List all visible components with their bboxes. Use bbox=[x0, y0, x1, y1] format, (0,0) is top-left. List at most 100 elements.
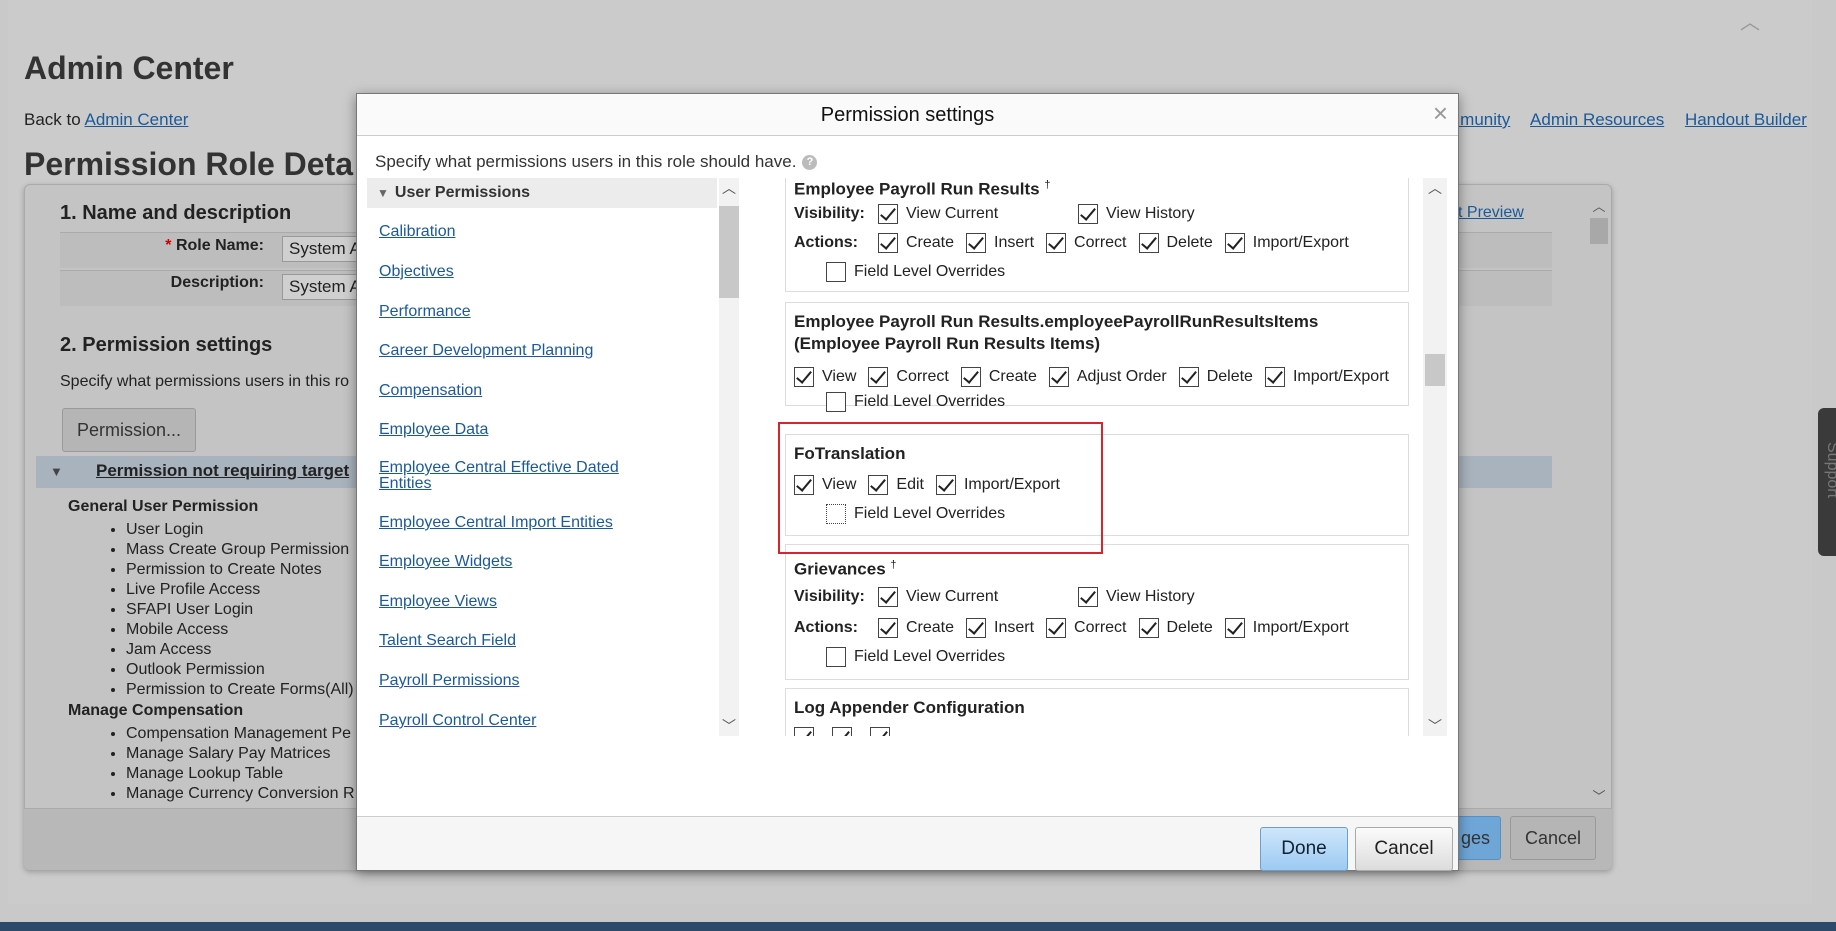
list-item: Permission to Create Notes bbox=[126, 560, 354, 580]
permission-list-scrollbar[interactable]: ︿ ﹀ bbox=[1423, 178, 1447, 736]
general-user-permission-heading: General User Permission bbox=[68, 498, 259, 515]
list-item: Compensation Management Pe bbox=[126, 724, 355, 744]
collapse-up-icon[interactable]: ︿ bbox=[1740, 6, 1760, 35]
create-checkbox[interactable] bbox=[960, 367, 981, 387]
delete-checkbox[interactable] bbox=[1138, 233, 1159, 253]
permission-category-nav: ▼ User Permissions Calibration Objectives… bbox=[367, 178, 725, 736]
support-tab[interactable]: Support bbox=[1818, 408, 1836, 556]
correct-checkbox[interactable] bbox=[1046, 618, 1067, 638]
view-current-checkbox[interactable] bbox=[878, 204, 898, 224]
delete-checkbox[interactable] bbox=[1138, 618, 1159, 638]
view-current-checkbox[interactable] bbox=[878, 587, 898, 607]
field-level-overrides-row: Field Level Overrides bbox=[826, 262, 1017, 282]
view-checkbox[interactable] bbox=[794, 727, 814, 736]
nav-item-ec-import-entities[interactable]: Employee Central Import Entities bbox=[379, 514, 613, 532]
dialog-title: Permission settings bbox=[820, 104, 995, 126]
save-changes-button[interactable]: ges bbox=[1454, 816, 1502, 860]
dialog-footer: Done Cancel bbox=[357, 816, 1458, 871]
handout-builder-link[interactable]: Handout Builder bbox=[1685, 110, 1807, 129]
nav-item-career-development-planning[interactable]: Career Development Planning bbox=[379, 342, 593, 360]
close-icon[interactable]: × bbox=[1433, 100, 1448, 126]
nav-item-performance[interactable]: Performance bbox=[379, 303, 471, 321]
permission-list-scroll-thumb[interactable] bbox=[1425, 354, 1445, 386]
list-item: User Login bbox=[126, 520, 354, 540]
footnote-marker: † bbox=[1044, 179, 1051, 191]
scroll-down-icon[interactable]: ﹀ bbox=[719, 718, 739, 734]
view-history-checkbox[interactable] bbox=[1078, 204, 1098, 224]
scroll-up-icon[interactable]: ︿ bbox=[1425, 180, 1445, 196]
scroll-down-icon[interactable]: ﹀ bbox=[1588, 786, 1610, 805]
preview-link[interactable]: t Preview bbox=[1458, 204, 1524, 222]
scroll-up-icon[interactable]: ︿ bbox=[1588, 196, 1610, 215]
nav-item-ec-effective-dated-entities[interactable]: Employee Central Effective Dated Entitie… bbox=[379, 460, 649, 492]
dialog-header: Permission settings × bbox=[357, 94, 1458, 136]
field-level-overrides-checkbox[interactable] bbox=[826, 392, 846, 412]
view-history-checkbox[interactable] bbox=[1078, 587, 1098, 607]
panel-scroll-thumb[interactable] bbox=[1590, 218, 1608, 244]
nav-item-payroll-permissions[interactable]: Payroll Permissions bbox=[379, 672, 519, 690]
actions-label: Actions: bbox=[794, 619, 858, 636]
actions-row: Actions: Create Insert Correct Delete Im… bbox=[794, 618, 1361, 638]
nav-item-employee-widgets[interactable]: Employee Widgets bbox=[379, 553, 512, 571]
import-export-checkbox[interactable] bbox=[1224, 618, 1245, 638]
checkbox-label: Import/Export bbox=[1292, 368, 1389, 385]
insert-checkbox[interactable] bbox=[966, 233, 987, 253]
bottom-bar bbox=[0, 922, 1836, 931]
scroll-up-icon[interactable]: ︿ bbox=[719, 180, 739, 196]
footnote-marker: † bbox=[890, 559, 897, 571]
nav-scroll-thumb[interactable] bbox=[719, 206, 739, 298]
role-name-label: * Role Name: bbox=[165, 237, 264, 254]
role-name-input[interactable]: System A bbox=[282, 236, 362, 262]
import-export-checkbox[interactable] bbox=[1224, 233, 1245, 253]
nav-item-payroll-control-center[interactable]: Payroll Control Center bbox=[379, 712, 536, 730]
checkbox-label: Insert bbox=[994, 619, 1035, 636]
checkbox-label: Import/Export bbox=[1252, 234, 1349, 251]
field-level-overrides-checkbox[interactable] bbox=[826, 647, 846, 667]
nav-item-employee-views[interactable]: Employee Views bbox=[379, 593, 497, 611]
delete-checkbox[interactable] bbox=[1178, 367, 1199, 387]
insert-checkbox[interactable] bbox=[966, 618, 987, 638]
back-to-admin-center-link[interactable]: Admin Center bbox=[85, 110, 189, 129]
not-requiring-target-title: Permission not requiring target bbox=[96, 461, 350, 480]
scroll-down-icon[interactable]: ﹀ bbox=[1425, 718, 1445, 734]
visibility-row: Visibility: View Current View History bbox=[794, 587, 1207, 607]
app-title: Admin Center bbox=[24, 50, 234, 86]
background-cancel-button[interactable]: Cancel bbox=[1510, 816, 1597, 860]
nav-item-talent-search-field[interactable]: Talent Search Field bbox=[379, 632, 516, 650]
checkbox-label: Import/Export bbox=[1252, 619, 1349, 636]
actions-label: Actions: bbox=[794, 234, 858, 251]
cancel-button[interactable]: Cancel bbox=[1355, 827, 1453, 871]
create-checkbox[interactable] bbox=[878, 618, 898, 638]
checkbox-label: Correct bbox=[1074, 619, 1127, 636]
nav-item-calibration[interactable]: Calibration bbox=[379, 223, 455, 241]
done-button[interactable]: Done bbox=[1260, 827, 1348, 871]
checkbox-label: Create bbox=[988, 368, 1037, 385]
description-input[interactable]: System A bbox=[282, 274, 362, 300]
checkbox-label: Insert bbox=[994, 234, 1035, 251]
collapse-triangle-icon: ▼ bbox=[50, 464, 63, 479]
help-icon[interactable]: ? bbox=[802, 155, 818, 171]
create-checkbox[interactable] bbox=[878, 233, 898, 253]
view-checkbox[interactable] bbox=[794, 367, 814, 387]
back-link-row: Back to Admin Center bbox=[24, 110, 188, 130]
correct-checkbox[interactable] bbox=[1046, 233, 1067, 253]
checkbox-label: Create bbox=[906, 619, 955, 636]
checkbox-label: Field Level Overrides bbox=[854, 393, 1006, 410]
nav-header-user-permissions[interactable]: ▼ User Permissions bbox=[367, 178, 717, 208]
nav-item-employee-data[interactable]: Employee Data bbox=[379, 421, 488, 439]
field-level-overrides-checkbox[interactable] bbox=[826, 262, 846, 282]
checkbox-label: View Current bbox=[906, 588, 999, 605]
admin-resources-link[interactable]: Admin Resources bbox=[1530, 110, 1664, 129]
back-prefix: Back to bbox=[24, 110, 81, 129]
import-export-checkbox[interactable] bbox=[870, 727, 890, 736]
list-item: Outlook Permission bbox=[126, 660, 354, 680]
nav-item-compensation[interactable]: Compensation bbox=[379, 382, 482, 400]
permission-button[interactable]: Permission... bbox=[62, 408, 197, 452]
import-export-checkbox[interactable] bbox=[1264, 367, 1285, 387]
adjust-order-checkbox[interactable] bbox=[1048, 367, 1069, 387]
edit-checkbox[interactable] bbox=[832, 727, 852, 736]
panel-scrollbar[interactable]: ︿ ﹀ bbox=[1588, 196, 1610, 806]
nav-item-objectives[interactable]: Objectives bbox=[379, 263, 454, 281]
correct-checkbox[interactable] bbox=[868, 367, 889, 387]
general-permission-list: User Login Mass Create Group Permission … bbox=[104, 520, 354, 700]
